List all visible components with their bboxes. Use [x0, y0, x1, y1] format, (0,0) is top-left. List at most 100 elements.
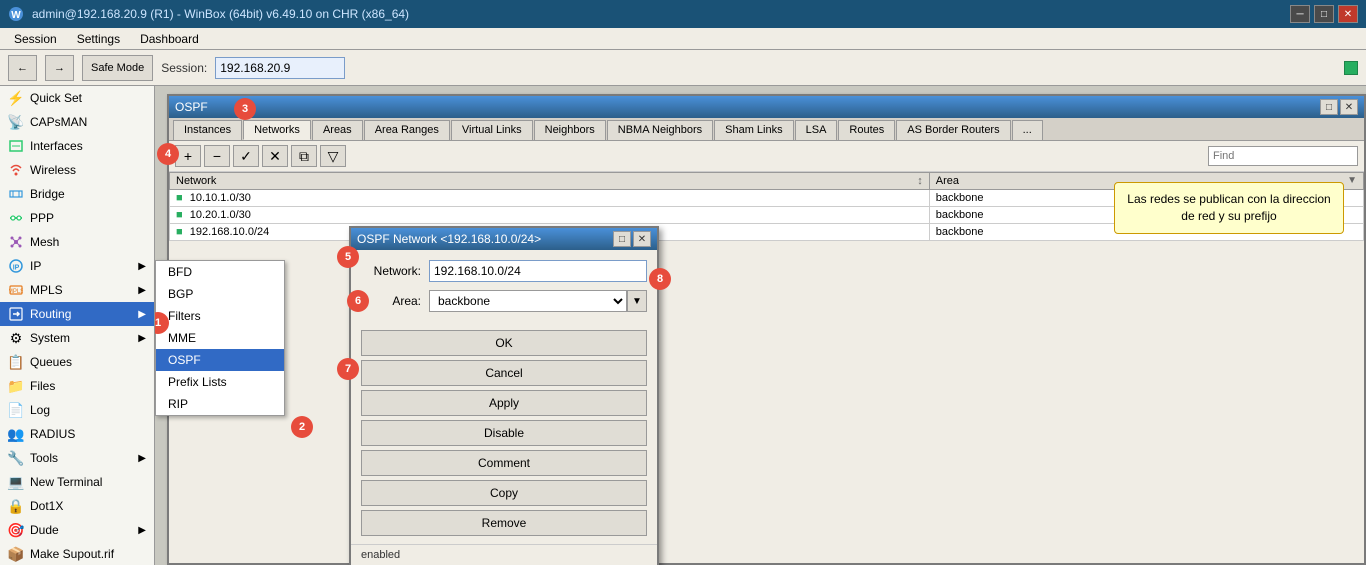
sidebar-label-files: Files [30, 379, 55, 393]
sidebar-item-mesh[interactable]: Mesh [0, 230, 154, 254]
title-bar: W admin@192.168.20.9 (R1) - WinBox (64bi… [0, 0, 1366, 28]
sidebar-label-system: System [30, 331, 70, 345]
sidebar-item-capsman[interactable]: 📡 CAPsMAN [0, 110, 154, 134]
sidebar-item-log[interactable]: 📄 Log [0, 398, 154, 422]
col-network: Network ↕ [170, 173, 930, 190]
tab-area-ranges[interactable]: Area Ranges [364, 120, 450, 140]
network-input[interactable] [429, 260, 647, 282]
sidebar-item-radius[interactable]: 👥 RADIUS [0, 422, 154, 446]
remove-button[interactable]: − [204, 145, 230, 167]
copy-entry-button[interactable]: Copy [361, 480, 647, 506]
filter-icon: ▽ [328, 148, 339, 165]
callout-networks: Las redes se publican con la direccion d… [1114, 182, 1344, 234]
dot1x-icon: 🔒 [8, 498, 24, 514]
quick-set-icon: ⚡ [8, 90, 24, 106]
minimize-button[interactable]: ─ [1290, 5, 1310, 23]
menu-session[interactable]: Session [4, 30, 67, 48]
session-input[interactable] [215, 57, 345, 79]
tab-neighbors[interactable]: Neighbors [534, 120, 606, 140]
ospf-toolbar-container: 4 + − ✓ ✕ ⧉ [169, 141, 1364, 172]
copy-button[interactable]: ⧉ [291, 145, 317, 167]
dialog-status: enabled [351, 544, 657, 565]
sidebar-item-new-terminal[interactable]: 💻 New Terminal [0, 470, 154, 494]
cross-button[interactable]: ✕ [262, 145, 288, 167]
sidebar-item-wireless[interactable]: Wireless [0, 158, 154, 182]
content-area: 1 2 3 OSPF □ ✕ Instances [155, 86, 1366, 565]
dialog-restore-button[interactable]: □ [613, 231, 631, 247]
tools-arrow-icon: ▶ [138, 453, 146, 464]
dude-arrow-icon: ▶ [138, 525, 146, 536]
copy-icon: ⧉ [299, 148, 309, 165]
sidebar-label-interfaces: Interfaces [30, 139, 83, 153]
svg-text:W: W [11, 10, 21, 21]
routing-arrow-icon: ▶ [138, 309, 146, 320]
sidebar-label-ppp: PPP [30, 211, 54, 225]
tab-routes[interactable]: Routes [838, 120, 895, 140]
disable-button[interactable]: Disable [361, 420, 647, 446]
dialog-buttons-container: 7 OK Cancel Apply Disable [351, 330, 657, 544]
ospf-close-button[interactable]: ✕ [1340, 99, 1358, 115]
add-icon: + [184, 148, 192, 164]
apply-button[interactable]: Apply [361, 390, 647, 416]
sidebar-label-routing: Routing [30, 307, 71, 321]
check-button[interactable]: ✓ [233, 145, 259, 167]
tab-instances[interactable]: Instances [173, 120, 242, 140]
tab-more[interactable]: ... [1012, 120, 1043, 140]
svg-text:IP: IP [13, 265, 20, 272]
queues-icon: 📋 [8, 354, 24, 370]
tab-sham-links[interactable]: Sham Links [714, 120, 793, 140]
tab-lsa[interactable]: LSA [795, 120, 838, 140]
tab-virtual-links[interactable]: Virtual Links [451, 120, 533, 140]
sidebar-item-bridge[interactable]: Bridge [0, 182, 154, 206]
maximize-button[interactable]: □ [1314, 5, 1334, 23]
sidebar-item-system[interactable]: ⚙ System ▶ [0, 326, 154, 350]
tab-nbma-neighbors[interactable]: NBMA Neighbors [607, 120, 713, 140]
dialog-close-button[interactable]: ✕ [633, 231, 651, 247]
interfaces-icon [8, 138, 24, 154]
ok-button[interactable]: OK [361, 330, 647, 356]
menu-settings[interactable]: Settings [67, 30, 130, 48]
row-status-icon: ■ [176, 192, 183, 204]
area-label: Area: [361, 294, 421, 308]
remove-icon: − [213, 148, 221, 164]
indicator-4: 4 [157, 143, 179, 165]
sidebar-item-ppp[interactable]: PPP [0, 206, 154, 230]
area-select[interactable]: backbone [429, 290, 627, 312]
safe-mode-button[interactable]: Safe Mode [82, 55, 153, 81]
back-button[interactable]: ← [8, 55, 37, 81]
indicator-2: 2 [291, 416, 313, 438]
find-input[interactable] [1208, 146, 1358, 166]
mesh-icon [8, 234, 24, 250]
comment-button[interactable]: Comment [361, 450, 647, 476]
ospf-restore-button[interactable]: □ [1320, 99, 1338, 115]
sidebar-item-tools[interactable]: 🔧 Tools ▶ [0, 446, 154, 470]
sidebar-item-make-supout[interactable]: 📦 Make Supout.rif [0, 542, 154, 565]
add-button[interactable]: + [175, 145, 201, 167]
menu-dashboard[interactable]: Dashboard [130, 30, 209, 48]
main-layout: ⚡ Quick Set 📡 CAPsMAN Interfaces Wireles… [0, 86, 1366, 565]
sidebar-item-interfaces[interactable]: Interfaces [0, 134, 154, 158]
sidebar-item-routing[interactable]: Routing ▶ [0, 302, 154, 326]
filter-button[interactable]: ▽ [320, 145, 346, 167]
close-button[interactable]: ✕ [1338, 5, 1358, 23]
sidebar-item-quick-set[interactable]: ⚡ Quick Set [0, 86, 154, 110]
cancel-button[interactable]: Cancel [361, 360, 647, 386]
tab-networks[interactable]: Networks [243, 120, 311, 140]
bridge-icon [8, 186, 24, 202]
routing-icon [8, 306, 24, 322]
back-icon: ← [17, 62, 28, 74]
remove-entry-button[interactable]: Remove [361, 510, 647, 536]
sidebar-item-queues[interactable]: 📋 Queues [0, 350, 154, 374]
tab-areas[interactable]: Areas [312, 120, 363, 140]
forward-button[interactable]: → [45, 55, 74, 81]
session-label: Session: [161, 61, 207, 75]
sort-arrow-icon: ↕ [917, 175, 923, 187]
sidebar-item-ip[interactable]: IP IP ▶ [0, 254, 154, 278]
sidebar-item-dot1x[interactable]: 🔒 Dot1X [0, 494, 154, 518]
area-dropdown-button[interactable]: ▼ [627, 290, 647, 312]
sidebar-item-files[interactable]: 📁 Files [0, 374, 154, 398]
sidebar-item-dude[interactable]: 🎯 Dude ▶ [0, 518, 154, 542]
tab-as-border-routers[interactable]: AS Border Routers [896, 120, 1010, 140]
sidebar-item-mpls[interactable]: MPLS MPLS ▶ [0, 278, 154, 302]
mpls-icon: MPLS [8, 282, 24, 298]
